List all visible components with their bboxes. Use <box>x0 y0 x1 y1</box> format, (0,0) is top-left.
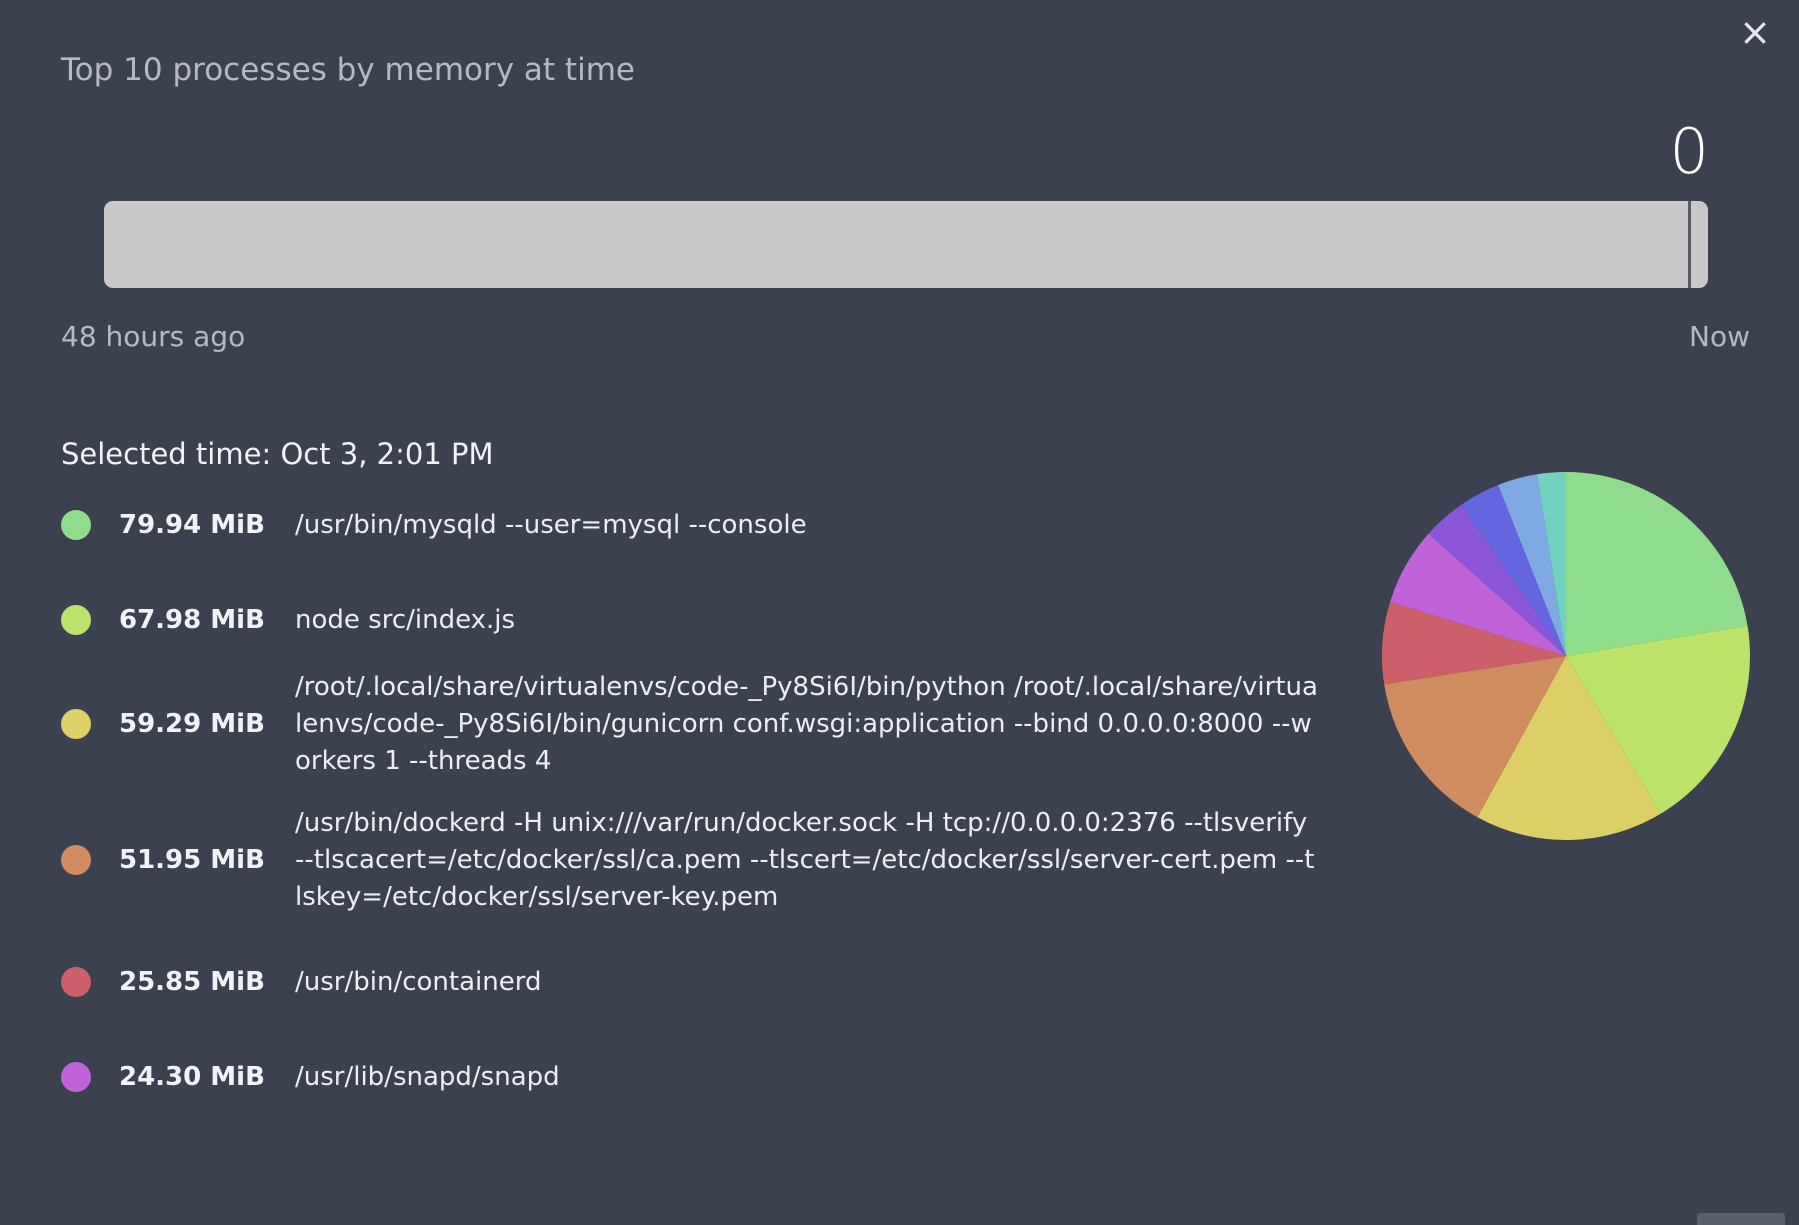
slider-value: 0 <box>1669 115 1709 188</box>
process-command: /usr/bin/containerd <box>295 966 542 997</box>
selected-time-label: Selected time: Oct 3, 2:01 PM <box>61 437 494 471</box>
time-slider-handle[interactable] <box>1688 201 1691 288</box>
series-color-dot <box>61 709 91 739</box>
process-memory: 25.85 MiB <box>119 967 265 997</box>
time-slider-track[interactable] <box>104 201 1708 288</box>
series-color-dot <box>61 605 91 635</box>
memory-pie-chart <box>1376 466 1756 846</box>
range-start-label: 48 hours ago <box>61 320 246 353</box>
dialog-title: Top 10 processes by memory at time <box>61 52 635 88</box>
scroll-handle[interactable] <box>1697 1213 1785 1225</box>
process-command: /usr/bin/mysqld --user=mysql --console <box>295 509 807 540</box>
process-memory: 67.98 MiB <box>119 605 265 635</box>
process-memory: 79.94 MiB <box>119 510 265 540</box>
series-color-dot <box>61 967 91 997</box>
list-item: 25.85 MiB /usr/bin/containerd <box>61 951 1341 1013</box>
list-item: 67.98 MiB node src/index.js <box>61 589 1341 651</box>
range-end-label: Now <box>1689 320 1750 353</box>
process-command: /root/.local/share/virtualenvs/code-_Py8… <box>295 671 1318 776</box>
pie-slice[interactable] <box>1566 472 1748 656</box>
process-memory-dialog: × Top 10 processes by memory at time 0 4… <box>0 0 1799 1225</box>
process-memory: 24.30 MiB <box>119 1062 265 1092</box>
pie-svg <box>1382 472 1750 840</box>
process-command: /usr/lib/snapd/snapd <box>295 1061 560 1092</box>
list-item: 59.29 MiB /root/.local/share/virtualenvs… <box>61 672 1341 776</box>
list-item: 24.30 MiB /usr/lib/snapd/snapd <box>61 1046 1341 1108</box>
process-memory: 51.95 MiB <box>119 845 265 875</box>
list-item: 51.95 MiB /usr/bin/dockerd -H unix:///va… <box>61 804 1341 916</box>
process-command: /usr/bin/dockerd -H unix:///var/run/dock… <box>295 807 1315 912</box>
process-command: node src/index.js <box>295 604 516 635</box>
series-color-dot <box>61 1062 91 1092</box>
process-list: 79.94 MiB /usr/bin/mysqld --user=mysql -… <box>61 494 1341 1108</box>
series-color-dot <box>61 845 91 875</box>
process-memory: 59.29 MiB <box>119 709 265 739</box>
series-color-dot <box>61 510 91 540</box>
list-item: 79.94 MiB /usr/bin/mysqld --user=mysql -… <box>61 494 1341 556</box>
close-icon[interactable]: × <box>1735 12 1775 52</box>
